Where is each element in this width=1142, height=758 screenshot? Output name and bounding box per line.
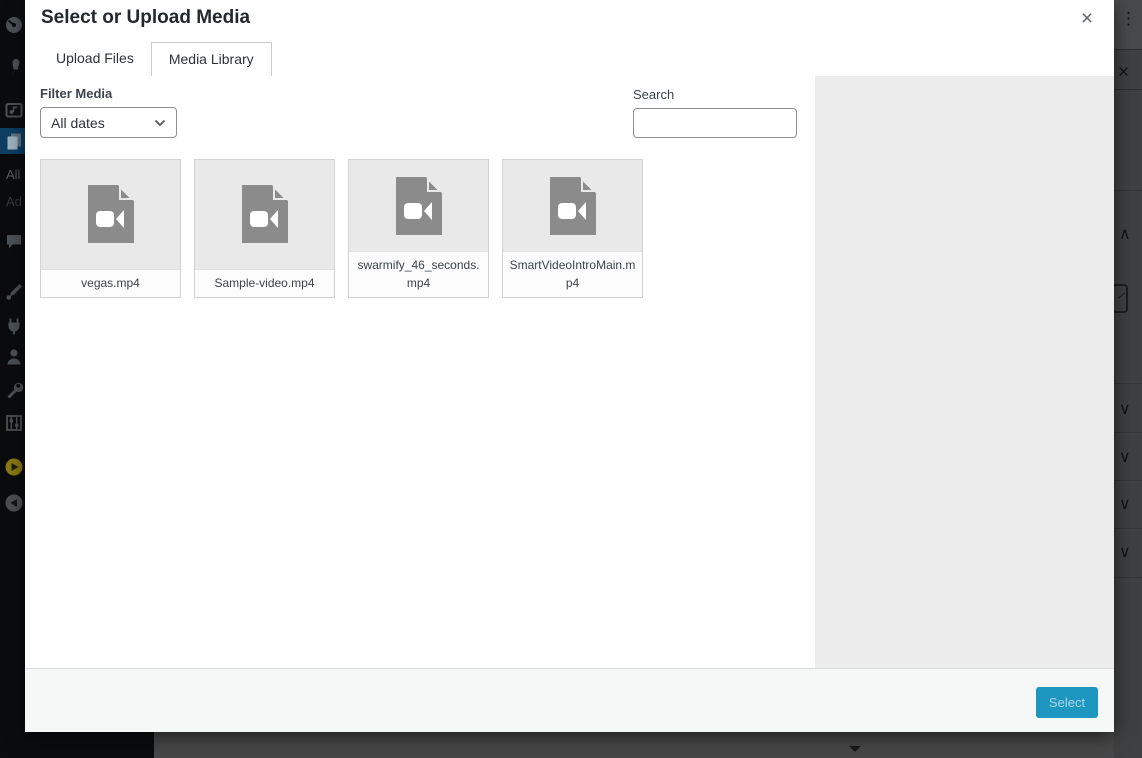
select-media-modal: Select or Upload Media × Upload Files Me… [25, 0, 1114, 732]
tab-upload-files[interactable]: Upload Files [39, 42, 151, 76]
pages-icon [7, 133, 21, 150]
media-filename: vegas.mp4 [41, 268, 180, 297]
video-file-icon [241, 185, 288, 244]
comments-icon [7, 235, 21, 249]
users-icon [7, 349, 21, 365]
video-file-icon [395, 176, 442, 235]
appearance-brush-icon [6, 284, 22, 300]
chevron-down-icon [154, 119, 166, 126]
settings-sliders-icon [6, 415, 22, 431]
sidebar-submenu-add-new: Ad [6, 194, 22, 209]
media-item[interactable]: SmartVideoIntroMain.mp4 [502, 159, 643, 298]
dashboard-icon [6, 17, 22, 33]
media-library-pane: Filter Media All dates Search vegas.mp4 … [25, 76, 815, 732]
media-grid: vegas.mp4 Sample-video.mp4 swarmify_46_s… [40, 159, 807, 298]
chevron-down-icon: ∨ [1119, 544, 1131, 561]
plugins-icon [8, 318, 20, 335]
tab-media-library[interactable]: Media Library [150, 42, 272, 76]
media-item[interactable]: Sample-video.mp4 [194, 159, 335, 298]
attachment-details-sidebar [815, 76, 1114, 668]
date-filter-value: All dates [51, 114, 105, 131]
media-frame-content: Filter Media All dates Search vegas.mp4 … [25, 76, 1114, 732]
more-options-icon: ⋮ [1120, 9, 1137, 28]
plugin-circle-icon [5, 494, 23, 512]
chevron-down-icon: ∨ [1119, 496, 1131, 513]
smartvideo-plugin-icon [5, 458, 23, 476]
search-input[interactable] [633, 108, 797, 138]
chevron-down-icon: ∨ [1119, 401, 1131, 418]
background-editor-sidebar: ⋮ × ∧ ∨ ∨ ∨ ∨ [1114, 0, 1142, 758]
background-checkbox-icon [1112, 284, 1128, 313]
filter-media-label: Filter Media [40, 86, 113, 101]
tools-wrench-icon [7, 382, 24, 399]
media-thumbnail [41, 160, 180, 269]
close-icon[interactable]: × [1072, 4, 1102, 34]
media-thumbnail [195, 160, 334, 269]
media-thumbnail [503, 160, 642, 252]
chevron-up-icon: ∧ [1119, 226, 1131, 243]
media-item[interactable]: swarmify_46_seconds.mp4 [348, 159, 489, 298]
sidebar-submenu-all-pages: All [6, 167, 21, 182]
media-filename: Sample-video.mp4 [195, 268, 334, 297]
media-modal-tabs: Upload Files Media Library [39, 42, 272, 76]
media-icon [5, 103, 23, 118]
media-thumbnail [349, 160, 488, 252]
modal-title: Select or Upload Media [41, 7, 251, 28]
chevron-down-icon: ∨ [1119, 449, 1131, 466]
video-file-icon [549, 176, 596, 235]
search-label: Search [633, 87, 675, 102]
posts-pin-icon [11, 59, 20, 76]
background-dropdown-caret-icon [849, 746, 861, 752]
media-item[interactable]: vegas.mp4 [40, 159, 181, 298]
select-button[interactable]: Select [1036, 687, 1098, 718]
media-filename: SmartVideoIntroMain.mp4 [503, 251, 642, 297]
media-filename: swarmify_46_seconds.mp4 [349, 251, 488, 297]
media-toolbar-footer: Select [25, 668, 1114, 732]
date-filter-dropdown[interactable]: All dates [40, 107, 177, 138]
background-close-icon: × [1118, 62, 1130, 83]
video-file-icon [87, 185, 134, 244]
